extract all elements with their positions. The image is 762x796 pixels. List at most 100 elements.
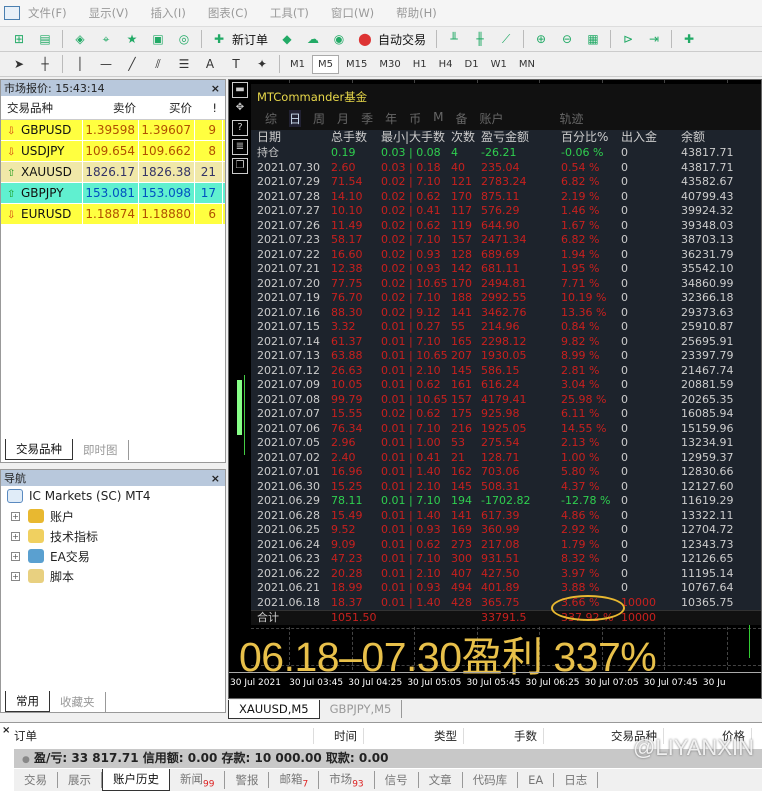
- col-header[interactable]: 百分比%: [561, 130, 621, 146]
- commander-tab[interactable]: 年: [385, 110, 397, 127]
- templates-icon[interactable]: ✚: [680, 30, 698, 48]
- expand-icon[interactable]: +: [11, 551, 20, 561]
- terminal-icon[interactable]: ▣: [149, 30, 167, 48]
- new-order-icon[interactable]: ✚: [210, 30, 228, 48]
- nav-item[interactable]: + 技术指标: [1, 526, 225, 546]
- market-watch-icon[interactable]: ◈: [71, 30, 89, 48]
- chart-tab[interactable]: XAUUSD,M5: [228, 700, 320, 719]
- table-row[interactable]: 2021.07.16 88.30 0.02 | 9.12 141 3462.76 13.3…: [251, 306, 761, 321]
- col-header[interactable]: 余额: [681, 130, 761, 146]
- timeframe-m5[interactable]: M5: [312, 54, 339, 74]
- move-icon[interactable]: ✥: [232, 101, 248, 117]
- menu-item[interactable]: 插入(I): [150, 5, 185, 21]
- timeframe-mn[interactable]: MN: [514, 56, 540, 73]
- expand-icon[interactable]: +: [11, 511, 20, 521]
- commander-tab[interactable]: 备: [455, 110, 467, 127]
- terminal-tab[interactable]: 文章: [419, 772, 463, 788]
- terminal-tab[interactable]: 交易: [14, 772, 58, 788]
- bar-chart-icon[interactable]: ╨: [445, 30, 463, 48]
- terminal-tab[interactable]: 邮箱7: [269, 770, 320, 790]
- chart-window[interactable]: ▬ ✥ ? ≣ ❐ MTCommander基金 综日周月季年币 M 备账户 轨迹 日期…: [228, 79, 762, 699]
- col-header[interactable]: 订单: [14, 728, 314, 744]
- table-row[interactable]: 2021.07.15 3.32 0.01 | 0.27 55 214.96 0.84 % 0…: [251, 320, 761, 335]
- close-icon[interactable]: ×: [211, 472, 225, 485]
- table-row[interactable]: 2021.07.26 11.49 0.02 | 0.62 119 644.90 1.67 …: [251, 219, 761, 234]
- expand-icon[interactable]: +: [11, 531, 20, 541]
- chart-shift-icon[interactable]: ⇥: [645, 30, 663, 48]
- new-order-button[interactable]: 新订单: [232, 31, 268, 48]
- terminal-tab[interactable]: 信号: [375, 772, 419, 788]
- equidistant-channel-icon[interactable]: ⫽: [149, 55, 167, 73]
- nav-item[interactable]: + 账户: [1, 506, 225, 526]
- col-header[interactable]: 盈亏金额: [481, 130, 561, 146]
- table-row[interactable]: 2021.07.19 76.70 0.02 | 7.10 188 2992.55 10.1…: [251, 291, 761, 306]
- commander-tab[interactable]: 季: [361, 110, 373, 127]
- menu-item[interactable]: 窗口(W): [331, 5, 374, 21]
- menu-item[interactable]: 工具(T): [270, 5, 309, 21]
- menu-icon[interactable]: ▬: [232, 82, 248, 98]
- table-row[interactable]: 2021.07.09 10.05 0.01 | 0.62 161 616.24 3.04 …: [251, 378, 761, 393]
- table-row[interactable]: 2021.06.30 15.25 0.01 | 2.10 145 508.31 4.37 …: [251, 480, 761, 495]
- col-ask[interactable]: 买价: [139, 100, 195, 116]
- menu-item[interactable]: 帮助(H): [396, 5, 437, 21]
- auto-trade-button[interactable]: 自动交易: [378, 31, 426, 48]
- crosshair-icon[interactable]: ┼: [36, 55, 54, 73]
- market-row[interactable]: ⇩ GBPUSD 1.39598 1.39607 9: [1, 119, 225, 141]
- list-icon[interactable]: ≣: [232, 139, 248, 155]
- terminal-tab[interactable]: 代码库: [463, 772, 519, 788]
- commander-tab[interactable]: 周: [313, 110, 325, 127]
- table-row[interactable]: 2021.07.02 2.40 0.01 | 0.41 21 128.71 1.00 % 0…: [251, 451, 761, 466]
- table-row[interactable]: 2021.07.14 61.37 0.01 | 7.10 165 2298.12 9.82…: [251, 335, 761, 350]
- metaeditor-icon[interactable]: ◆: [278, 30, 296, 48]
- cursor-icon[interactable]: ➤: [10, 55, 28, 73]
- nav-root[interactable]: IC Markets (SC) MT4: [1, 486, 225, 506]
- table-row[interactable]: 2021.07.01 16.96 0.01 | 1.40 162 703.06 5.80 …: [251, 465, 761, 480]
- timeframe-m1[interactable]: M1: [285, 56, 310, 73]
- tab-0[interactable]: 常用: [5, 691, 50, 712]
- new-chart-icon[interactable]: ⊞: [10, 30, 28, 48]
- table-row[interactable]: 2021.07.30 2.60 0.03 | 0.18 40 235.04 0.54 % 0…: [251, 161, 761, 176]
- table-row[interactable]: 2021.06.24 9.09 0.01 | 0.62 273 217.08 1.79 %…: [251, 538, 761, 553]
- timeframe-m15[interactable]: M15: [341, 56, 372, 73]
- table-row[interactable]: 2021.07.13 63.88 0.01 | 10.65 207 1930.05 8.9…: [251, 349, 761, 364]
- col-header[interactable]: 类型: [364, 728, 464, 744]
- tile-windows-icon[interactable]: ▦: [584, 30, 602, 48]
- expand-icon[interactable]: +: [11, 571, 20, 581]
- timeframe-w1[interactable]: W1: [486, 56, 512, 73]
- timeframe-h1[interactable]: H1: [408, 56, 432, 73]
- commander-tab[interactable]: 日: [289, 110, 302, 127]
- tab-1[interactable]: 收藏夹: [50, 692, 106, 712]
- table-row[interactable]: 2021.07.05 2.96 0.01 | 1.00 53 275.54 2.13 % 0…: [251, 436, 761, 451]
- table-row[interactable]: 2021.07.21 12.38 0.02 | 0.93 142 681.11 1.95 …: [251, 262, 761, 277]
- chart-tab[interactable]: GBPJPY,M5: [320, 700, 403, 718]
- table-row[interactable]: 2021.07.27 10.10 0.02 | 0.41 117 576.29 1.46 …: [251, 204, 761, 219]
- nav-item[interactable]: + 脚本: [1, 566, 225, 586]
- horizontal-line-icon[interactable]: —: [97, 55, 115, 73]
- auto-scroll-icon[interactable]: ⊳: [619, 30, 637, 48]
- table-row[interactable]: 2021.06.22 20.28 0.01 | 2.10 407 427.50 3.97 …: [251, 567, 761, 582]
- data-window-icon[interactable]: ⌖: [97, 30, 115, 48]
- table-row[interactable]: 2021.07.28 14.10 0.02 | 0.62 170 875.11 2.19 …: [251, 190, 761, 205]
- close-icon[interactable]: ×: [2, 725, 10, 736]
- trendline-icon[interactable]: ╱: [123, 55, 141, 73]
- help-icon[interactable]: ?: [232, 120, 248, 136]
- terminal-tab[interactable]: 日志: [554, 772, 599, 788]
- table-row[interactable]: 2021.07.23 58.17 0.02 | 7.10 157 2471.34 6.82…: [251, 233, 761, 248]
- fibonacci-icon[interactable]: ☰: [175, 55, 193, 73]
- menu-item[interactable]: 图表(C): [208, 5, 248, 21]
- commander-tab[interactable]: 综: [265, 110, 277, 127]
- market-row[interactable]: ⇩ EURUSD 1.18874 1.18880 6: [1, 203, 225, 225]
- terminal-tab[interactable]: 展示: [58, 772, 102, 788]
- col-symbol[interactable]: 交易品种: [1, 100, 83, 116]
- col-header[interactable]: 次数: [451, 130, 481, 146]
- table-row[interactable]: 2021.07.22 16.60 0.02 | 0.93 128 689.69 1.94 …: [251, 248, 761, 263]
- tester-icon[interactable]: ◎: [175, 30, 193, 48]
- table-row[interactable]: 2021.07.12 26.63 0.01 | 2.10 145 586.15 2.81 …: [251, 364, 761, 379]
- commander-tab[interactable]: 月: [337, 110, 349, 127]
- line-chart-icon[interactable]: ⟋: [497, 30, 515, 48]
- profiles-icon[interactable]: ▤: [36, 30, 54, 48]
- candlestick-icon[interactable]: ╫: [471, 30, 489, 48]
- menu-item[interactable]: 显示(V): [89, 5, 129, 21]
- tab-0[interactable]: 交易品种: [5, 439, 73, 460]
- table-row[interactable]: 2021.06.18 18.37 0.01 | 1.40 428 365.75 3.66 …: [251, 596, 761, 611]
